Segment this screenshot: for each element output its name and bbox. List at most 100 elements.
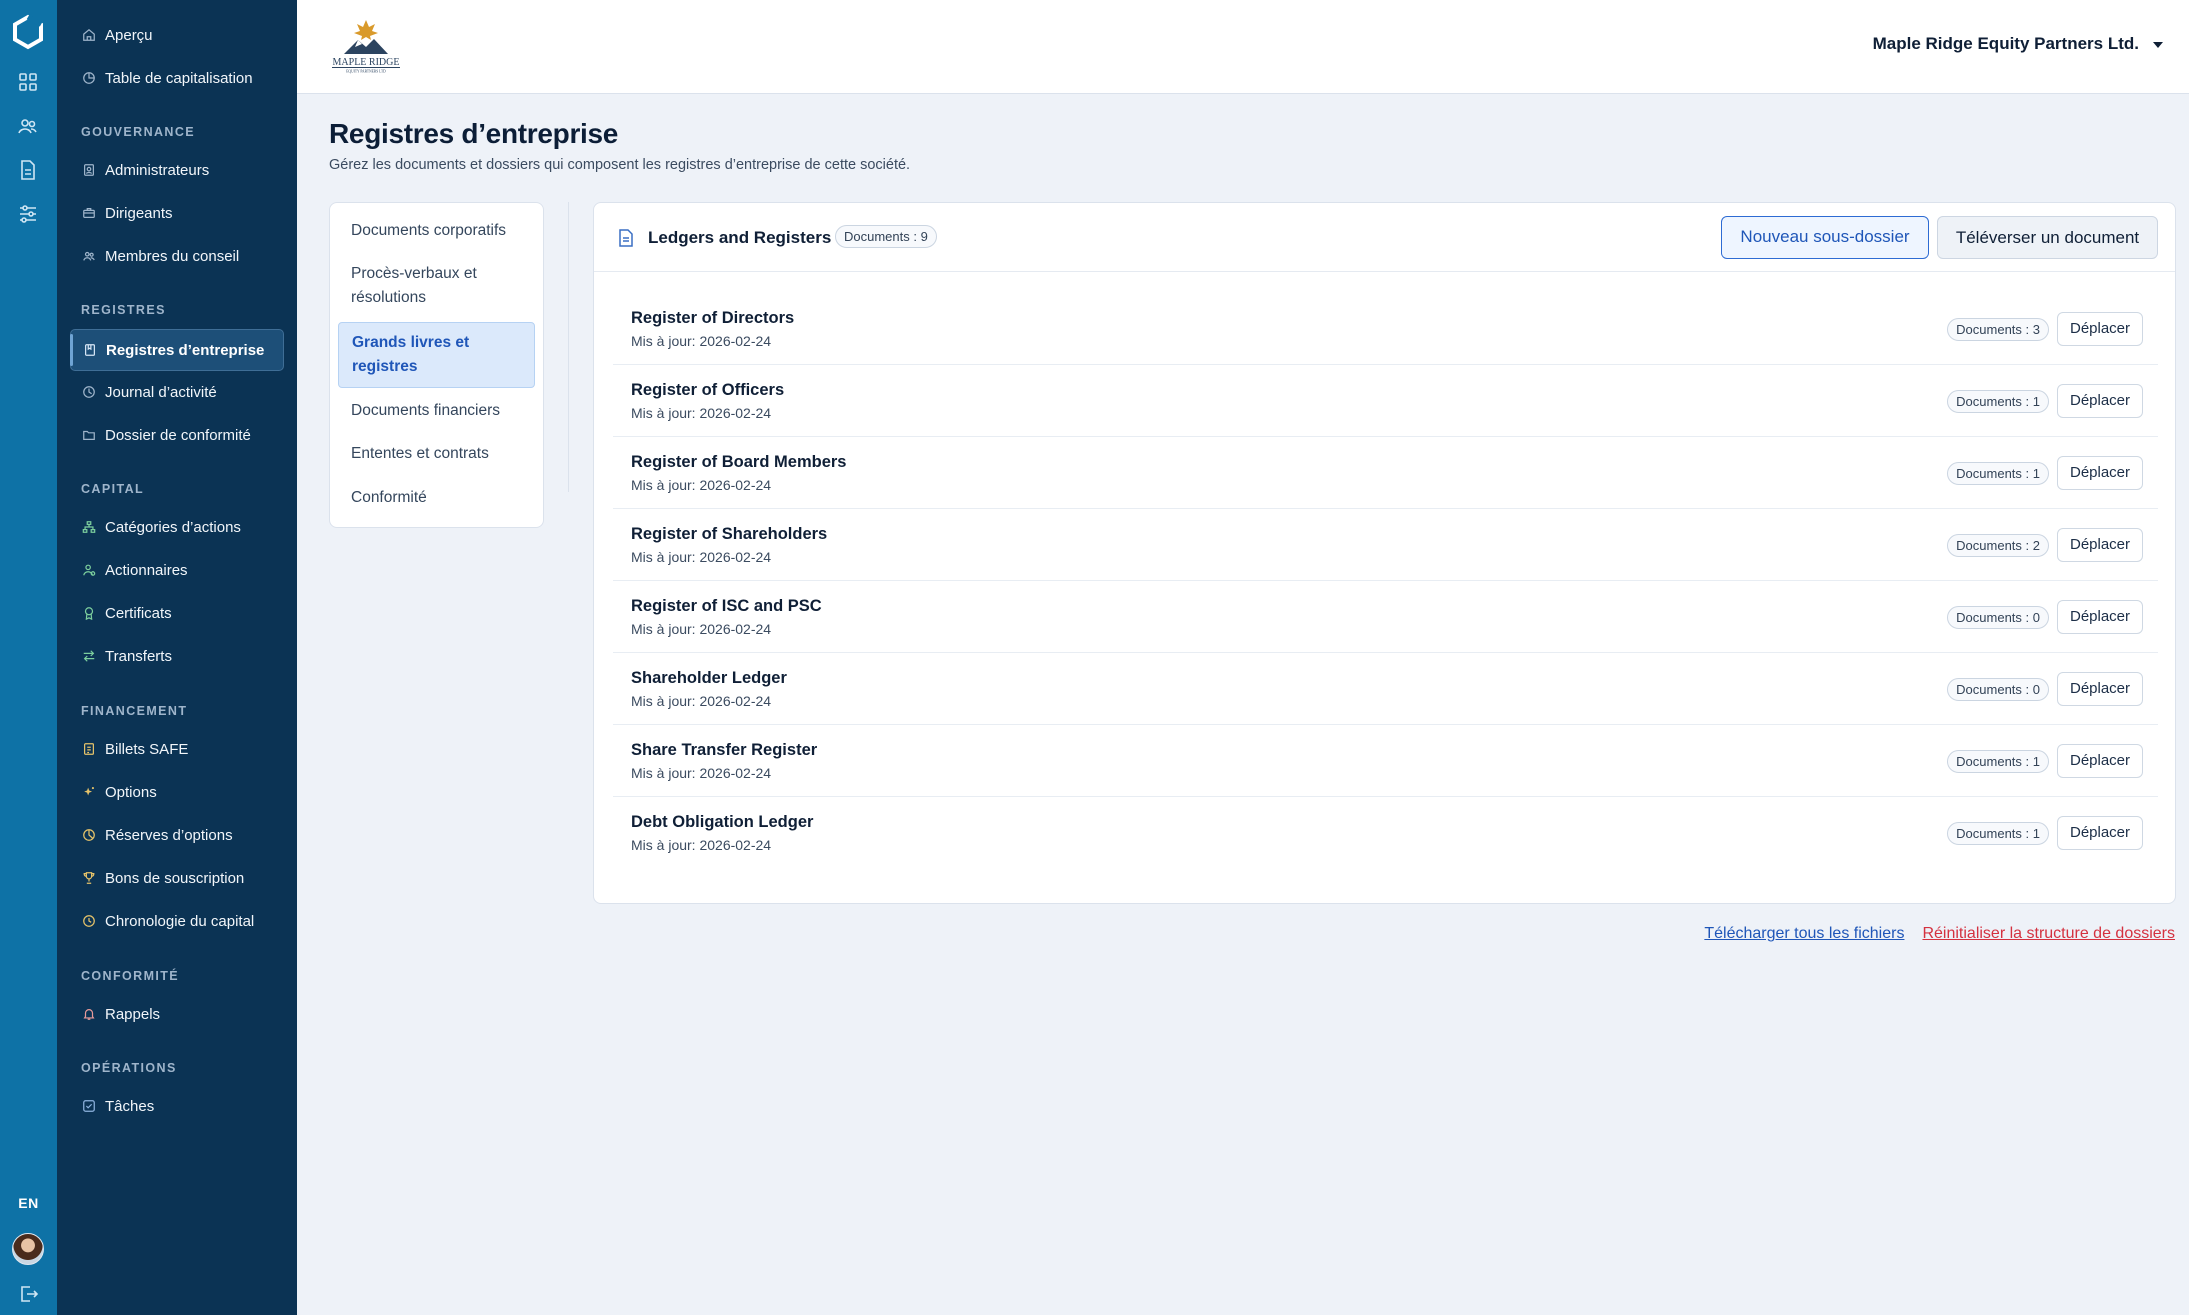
icon-rail: EN	[0, 0, 57, 1315]
move-button[interactable]: Déplacer	[2057, 312, 2143, 346]
briefcase-icon	[81, 205, 97, 221]
sidebar-item-transferts[interactable]: Transferts	[70, 637, 284, 675]
sidebar-item-label: Options	[105, 783, 157, 801]
language-toggle[interactable]: EN	[0, 1195, 57, 1211]
sidebar-item-taches[interactable]: Tâches	[70, 1087, 284, 1125]
folder-card-header: Ledgers and Registers Documents : 9 Nouv…	[594, 203, 2175, 272]
sidebar-item-categories-actions[interactable]: Catégories d’actions	[70, 508, 284, 546]
sidebar-item-label: Dirigeants	[105, 204, 173, 222]
sidebar-item-billets-safe[interactable]: Billets SAFE	[70, 730, 284, 768]
list-item[interactable]: Debt Obligation Ledger Mis à jour: 2026-…	[613, 797, 2158, 869]
folder-card: Ledgers and Registers Documents : 9 Nouv…	[593, 202, 2176, 904]
reset-structure-link[interactable]: Réinitialiser la structure de dossiers	[1922, 925, 2175, 943]
sidebar-item-dirigeants[interactable]: Dirigeants	[70, 194, 284, 232]
move-button[interactable]: Déplacer	[2057, 744, 2143, 778]
document-count-badge: Documents : 1	[1947, 390, 2049, 413]
list-item[interactable]: Share Transfer Register Mis à jour: 2026…	[613, 725, 2158, 797]
sidebar-item-actionnaires[interactable]: Actionnaires	[70, 551, 284, 589]
subfolder-name[interactable]: Debt Obligation Ledger	[631, 813, 813, 832]
category-item-active[interactable]: Grands livres et registres	[338, 322, 535, 388]
document-count-badge: Documents : 1	[1947, 462, 2049, 485]
dashboard-grid-icon[interactable]	[16, 70, 40, 94]
move-button[interactable]: Déplacer	[2057, 384, 2143, 418]
sidebar-item-label: Aperçu	[105, 26, 153, 44]
move-button[interactable]: Déplacer	[2057, 456, 2143, 490]
download-all-link[interactable]: Télécharger tous les fichiers	[1704, 925, 1904, 943]
sidebar: Aperçu Table de capitalisation GOUVERNAN…	[57, 0, 297, 1315]
subfolder-name[interactable]: Register of Directors	[631, 309, 794, 328]
category-item[interactable]: Procès-verbaux et résolutions	[338, 262, 535, 310]
list-item[interactable]: Shareholder Ledger Mis à jour: 2026-02-2…	[613, 653, 2158, 725]
document-icon[interactable]	[16, 158, 40, 182]
sidebar-item-journal-activite[interactable]: Journal d’activité	[70, 373, 284, 411]
page-title: Registres d’entreprise	[329, 118, 619, 149]
list-item[interactable]: Register of Shareholders Mis à jour: 202…	[613, 509, 2158, 581]
category-item[interactable]: Documents financiers	[338, 399, 535, 423]
move-button[interactable]: Déplacer	[2057, 672, 2143, 706]
category-item[interactable]: Conformité	[338, 486, 535, 510]
document-folder-icon	[619, 229, 633, 247]
shareholder-icon	[81, 562, 97, 578]
chevron-down-icon[interactable]	[2153, 42, 2163, 48]
document-count-badge: Documents : 1	[1947, 750, 2049, 773]
list-item[interactable]: Register of ISC and PSC Mis à jour: 2026…	[613, 581, 2158, 653]
sidebar-item-membres-conseil[interactable]: Membres du conseil	[70, 237, 284, 275]
user-avatar[interactable]	[12, 1233, 44, 1265]
top-header: MAPLE RIDGE EQUITY PARTNERS LTD Maple Ri…	[297, 0, 2189, 94]
sidebar-item-label: Billets SAFE	[105, 740, 189, 758]
sidebar-item-label: Certificats	[105, 604, 172, 622]
app-logo-icon[interactable]	[10, 14, 46, 50]
folder-title: Ledgers and Registers	[648, 228, 832, 247]
list-item[interactable]: Register of Board Members Mis à jour: 20…	[613, 437, 2158, 509]
updated-date: Mis à jour: 2026-02-24	[631, 549, 772, 565]
sidebar-item-options[interactable]: Options	[70, 773, 284, 811]
document-count-badge: Documents : 2	[1947, 534, 2049, 557]
sidebar-item-chronologie-capital[interactable]: Chronologie du capital	[70, 902, 284, 940]
sidebar-item-rappels[interactable]: Rappels	[70, 995, 284, 1033]
logout-icon[interactable]	[16, 1282, 40, 1306]
sidebar-item-administrateurs[interactable]: Administrateurs	[70, 151, 284, 189]
sliders-icon[interactable]	[16, 202, 40, 226]
footer-links: Télécharger tous les fichiers Réinitiali…	[1704, 925, 2175, 943]
category-item[interactable]: Documents corporatifs	[338, 219, 535, 243]
section-title-operations: OPÉRATIONS	[81, 1061, 177, 1075]
move-button[interactable]: Déplacer	[2057, 600, 2143, 634]
category-item[interactable]: Ententes et contrats	[338, 442, 535, 466]
list-item[interactable]: Register of Officers Mis à jour: 2026-02…	[613, 365, 2158, 437]
updated-date: Mis à jour: 2026-02-24	[631, 837, 772, 853]
sidebar-item-label: Tâches	[105, 1097, 155, 1115]
sidebar-item-bons-souscription[interactable]: Bons de souscription	[70, 859, 284, 897]
subfolder-name[interactable]: Share Transfer Register	[631, 741, 817, 760]
sidebar-item-dossier-conformite[interactable]: Dossier de conformité	[70, 416, 284, 454]
sidebar-item-certificats[interactable]: Certificats	[70, 594, 284, 632]
people-icon[interactable]	[16, 114, 40, 138]
panel-divider	[568, 202, 569, 492]
trophy-icon	[81, 870, 97, 886]
updated-date: Mis à jour: 2026-02-24	[631, 405, 772, 421]
subfolder-name[interactable]: Shareholder Ledger	[631, 669, 787, 688]
subfolder-name[interactable]: Register of Officers	[631, 381, 784, 400]
document-count-badge: Documents : 1	[1947, 822, 2049, 845]
list-item[interactable]: Register of Directors Mis à jour: 2026-0…	[613, 293, 2158, 365]
new-subfolder-button[interactable]: Nouveau sous-dossier	[1721, 216, 1929, 259]
sidebar-item-label: Réserves d’options	[105, 826, 233, 844]
subfolder-name[interactable]: Register of ISC and PSC	[631, 597, 822, 616]
sidebar-item-label: Catégories d’actions	[105, 518, 241, 536]
sidebar-item-reserves-options[interactable]: Réserves d’options	[70, 816, 284, 854]
sidebar-item-apercu[interactable]: Aperçu	[70, 16, 284, 54]
section-title-conformite: CONFORMITÉ	[81, 969, 180, 983]
sidebar-item-label: Actionnaires	[105, 561, 188, 579]
move-button[interactable]: Déplacer	[2057, 816, 2143, 850]
sidebar-item-cap-table[interactable]: Table de capitalisation	[70, 59, 284, 97]
hierarchy-icon	[81, 519, 97, 535]
sidebar-item-label: Dossier de conformité	[105, 426, 251, 444]
sidebar-item-registres-entreprise[interactable]: Registres d’entreprise	[70, 329, 284, 371]
subfolder-name[interactable]: Register of Shareholders	[631, 525, 827, 544]
award-icon	[81, 605, 97, 621]
move-button[interactable]: Déplacer	[2057, 528, 2143, 562]
history-icon	[81, 913, 97, 929]
section-title-financement: FINANCEMENT	[81, 704, 188, 718]
company-switcher[interactable]: Maple Ridge Equity Partners Ltd.	[1873, 34, 2139, 54]
subfolder-name[interactable]: Register of Board Members	[631, 453, 846, 472]
upload-document-button[interactable]: Téléverser un document	[1937, 216, 2158, 259]
